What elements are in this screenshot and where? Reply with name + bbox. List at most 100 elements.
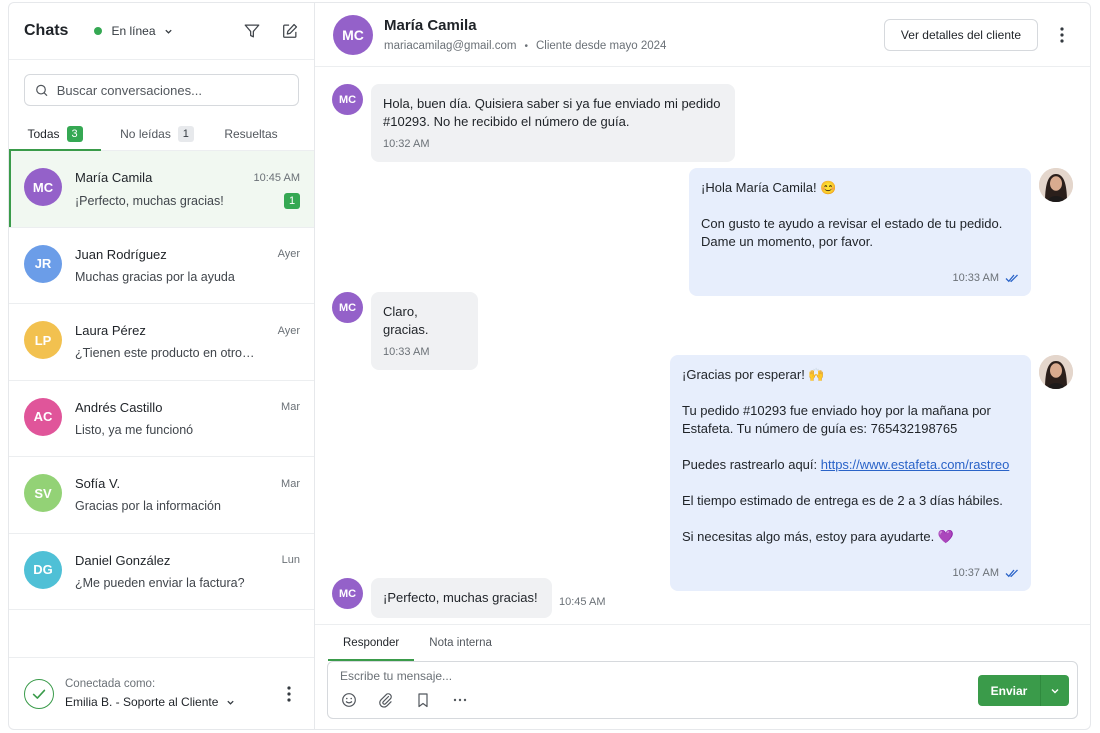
contact-email: mariacamilag@gmail.com [384,40,517,52]
chat-time: Mar [281,401,300,413]
chat-preview: ¡Perfecto, muchas gracias! [75,194,224,208]
tab-no-leidas[interactable]: No leídas 1 [101,117,213,150]
send-button[interactable]: Enviar [978,675,1040,706]
message-text: Hola, buen día. Quisiera saber si ya fue… [383,96,721,111]
chat-list-item[interactable]: SV Sofía V. Mar Gracias por la informaci… [9,457,314,534]
more-horizontal-icon[interactable] [451,691,469,709]
chat-list: MC María Camila 10:45 AM ¡Perfecto, much… [9,151,314,657]
message-text-with-link: Puedes rastrearlo aquí: https://www.esta… [682,456,1019,474]
check-circle-icon [24,678,54,709]
message-input[interactable] [340,669,960,687]
customer-avatar: MC [332,578,363,609]
message-text: El tiempo estimado de entrega es de 2 a … [682,493,1003,508]
chat-time: Mar [281,477,300,490]
agent-name: Emilia B. - Soporte al Cliente [65,695,219,709]
chat-time: Ayer [277,324,300,337]
chat-name: Andrés Castillo [75,399,163,415]
compose-icon[interactable] [281,22,299,40]
avatar: LP [24,321,62,359]
chat-name: María Camila [75,170,153,185]
sidebar-header: Chats En línea [9,3,314,60]
search-box[interactable] [24,74,299,106]
chat-app: Chats En línea Todas 3 [8,2,1091,730]
message-time: 10:33 AM [952,272,999,284]
agent-selector[interactable]: Emilia B. - Soporte al Cliente [65,695,235,709]
avatar: JR [24,244,62,283]
customer-avatar: MC [332,84,363,115]
sidebar-title: Chats [24,22,69,39]
message-text: Puedes rastrearlo aquí: [682,457,821,472]
filter-icon[interactable] [243,22,261,40]
chat-preview: ¿Tienen este producto en otro… [75,346,255,360]
more-options-icon[interactable] [279,684,299,704]
tab-resueltas[interactable]: Resueltas [213,117,289,150]
tab-nota-interna[interactable]: Nota interna [414,625,507,661]
message-text: Claro, gracias. [383,304,429,337]
chat-list-item[interactable]: MC María Camila 10:45 AM ¡Perfecto, much… [9,151,314,228]
bookmark-icon[interactable] [414,691,432,709]
tab-count-badge: 3 [66,125,83,142]
message-text: ¡Perfecto, muchas gracias! [383,590,538,605]
chat-list-item[interactable]: AC Andrés Castillo Mar Listo, ya me func… [9,381,314,457]
message-text: ¡Hola María Camila! 😊 [701,180,837,195]
chat-list-item[interactable]: JR Juan Rodríguez Ayer Muchas gracias po… [9,228,314,304]
message-text: Tu pedido #10293 fue enviado hoy por la … [682,403,991,436]
message-text: #10293. No he recibido el número de guía… [383,114,630,129]
chat-preview: Gracias por la información [75,499,221,513]
chat-name: Sofía V. [75,476,121,491]
chat-time: Ayer [277,248,300,260]
read-receipt-icon [1005,274,1018,283]
customer-avatar: MC [332,292,363,323]
tab-label: Todas [27,126,60,141]
message-time: 10:37 AM [952,567,999,579]
connected-as-label: Conectada como: [65,678,156,690]
separator-dot: • [524,40,528,52]
chat-preview: ¿Me pueden enviar la factura? [75,575,245,590]
search-icon [36,84,48,96]
composer: Responder Nota interna Escribe tu mensaj… [315,624,1090,729]
chat-name: Daniel González [75,552,171,568]
tab-label: No leídas [120,126,171,141]
tab-responder[interactable]: Responder [328,625,415,661]
unread-badge: 1 [284,193,300,209]
tab-label: Resueltas [224,126,278,141]
avatar: MC [24,168,62,206]
agent-avatar [1039,355,1073,389]
chevron-down-icon [164,29,172,34]
avatar: AC [24,397,62,436]
message-bubble: ¡Gracias por esperar! 🙌 Tu pedido #10293… [670,355,1031,591]
sidebar: Chats En línea Todas 3 [9,3,315,729]
sidebar-footer: Conectada como: Emilia B. - Soporte al C… [9,657,314,729]
online-status-dot [94,27,103,35]
search-input[interactable] [56,82,288,98]
tracking-link[interactable]: https://www.estafeta.com/rastreo [821,457,1010,472]
send-button-group: Enviar [978,675,1069,706]
chat-time: Lun [281,554,300,566]
tab-count-badge: 1 [177,125,194,142]
chevron-down-icon [227,700,235,705]
more-options-icon[interactable] [1052,25,1072,45]
send-options-chevron-icon[interactable] [1040,675,1069,706]
chat-time: 10:45 AM [253,171,300,184]
message-thread: MC Hola, buen día. Quisiera saber si ya … [315,67,1090,624]
chat-name: Juan Rodríguez [75,246,167,262]
tab-todas[interactable]: Todas 3 [9,117,101,151]
chat-list-item[interactable]: DG Daniel González Lun ¿Me pueden enviar… [9,534,314,610]
message-bubble: Hola, buen día. Quisiera saber si ya fue… [371,84,735,162]
message-input-box: Enviar [327,661,1078,719]
avatar: SV [24,474,62,512]
chat-preview: Listo, ya me funcionó [75,422,194,437]
message-text: Si necesitas algo más, estoy para ayudar… [682,529,954,544]
emoji-icon[interactable] [340,691,358,709]
avatar: DG [24,550,62,589]
contact-avatar: MC [333,14,373,55]
view-customer-details-button[interactable]: Ver detalles del cliente [883,18,1038,51]
message-text: ¡Gracias por esperar! 🙌 [682,367,825,382]
chat-list-item[interactable]: LP Laura Pérez Ayer ¿Tienen este product… [9,304,314,381]
attachment-icon[interactable] [377,691,395,709]
contact-name: María Camila [384,17,477,34]
message-time-row: 10:37 AM [682,564,1019,582]
status-selector[interactable]: En línea [94,24,172,38]
message-bubble: Claro, gracias. 10:33 AM [371,292,478,370]
customer-since: Cliente desde mayo 2024 [535,40,667,52]
